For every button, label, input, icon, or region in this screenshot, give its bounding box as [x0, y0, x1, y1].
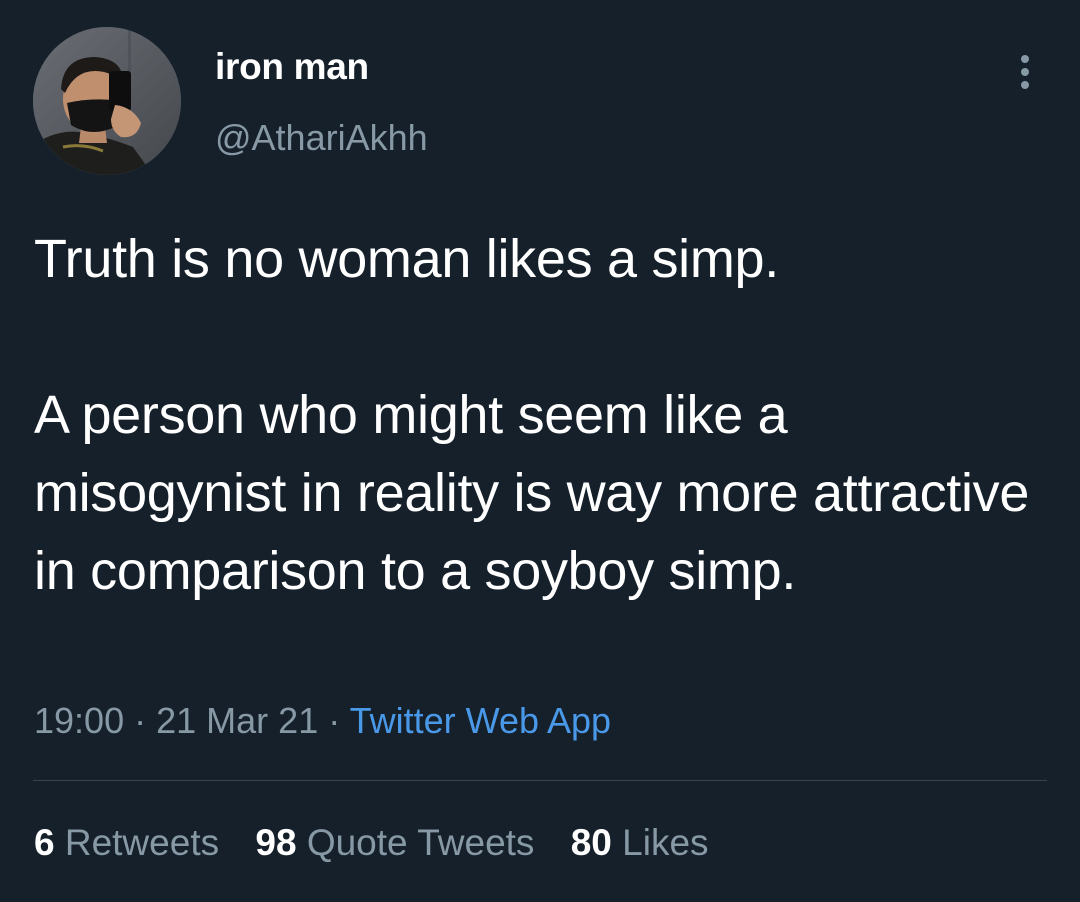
- quote-tweets-count: 98: [255, 822, 297, 863]
- tweet-paragraph: Truth is no woman likes a simp.: [34, 229, 779, 289]
- profile-photo-icon: [33, 27, 181, 175]
- likes-label: Likes: [622, 822, 709, 863]
- quote-tweets-stat[interactable]: 98 Quote Tweets: [255, 822, 534, 864]
- quote-tweets-label: Quote Tweets: [306, 822, 535, 863]
- tweet-paragraph: A person who might seem like a misogynis…: [34, 385, 1044, 601]
- author-handle[interactable]: @AthariAkhh: [215, 117, 428, 159]
- likes-stat[interactable]: 80 Likes: [571, 822, 709, 864]
- retweets-label: Retweets: [64, 822, 220, 863]
- avatar[interactable]: [33, 27, 181, 175]
- tweet-time[interactable]: 19:00: [34, 700, 124, 741]
- retweets-count: 6: [34, 822, 55, 863]
- tweet-text: Truth is no woman likes a simp. A person…: [34, 220, 1044, 610]
- meta-separator: ·: [328, 700, 341, 741]
- divider: [33, 780, 1047, 781]
- more-options-icon[interactable]: [1010, 52, 1040, 92]
- retweets-stat[interactable]: 6 Retweets: [34, 822, 219, 864]
- tweet-date[interactable]: 21 Mar 21: [156, 700, 318, 741]
- author-display-name[interactable]: iron man: [215, 46, 369, 88]
- engagement-stats: 6 Retweets 98 Quote Tweets 80 Likes: [34, 822, 735, 864]
- tweet-source-link[interactable]: Twitter Web App: [350, 700, 611, 741]
- tweet-detail-view: iron man @AthariAkhh Truth is no woman l…: [0, 0, 1080, 902]
- likes-count: 80: [570, 822, 612, 863]
- tweet-metadata: 19:00 · 21 Mar 21 · Twitter Web App: [34, 700, 611, 742]
- meta-separator: ·: [134, 700, 147, 741]
